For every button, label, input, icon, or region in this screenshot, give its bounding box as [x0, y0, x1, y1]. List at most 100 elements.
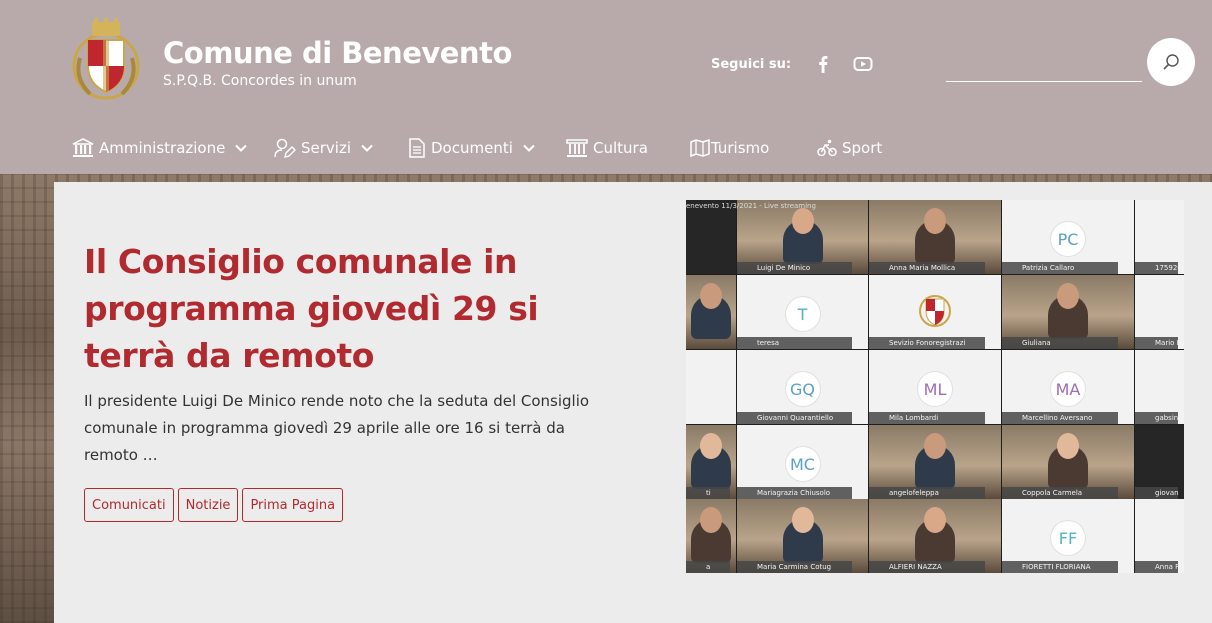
- participant-name: teresa: [737, 337, 853, 349]
- nav-label: Amministrazione: [99, 139, 226, 157]
- participant-name: Mila Lombardi: [869, 412, 986, 424]
- youtube-icon[interactable]: [853, 54, 873, 74]
- participant-face: [924, 433, 946, 459]
- tag-comunicati[interactable]: Comunicati: [84, 488, 174, 522]
- chevron-down-icon: [235, 144, 248, 152]
- participant-tile: Mario P: [1135, 275, 1184, 349]
- participant-name: Coppola Carmela: [1002, 487, 1119, 499]
- site-header: Comune di Benevento S.P.Q.B. Concordes i…: [0, 0, 1212, 174]
- facebook-icon[interactable]: [813, 54, 833, 74]
- nav-label: Documenti: [431, 139, 513, 157]
- participant-tile: FF FIORETTI FLORIANA: [1002, 499, 1134, 573]
- participant-tile: ti: [686, 425, 736, 499]
- nav-item-documenti[interactable]: Documenti: [408, 134, 535, 162]
- participant-face: [924, 208, 946, 234]
- participant-name: FIORETTI FLORIANA: [1002, 561, 1119, 573]
- article-summary: Il presidente Luigi De Minico rende noto…: [84, 392, 590, 464]
- participant-tile: GQ Giovanni Quarantiello: [737, 350, 868, 424]
- building-icon: [72, 138, 94, 157]
- participant-face: [1057, 283, 1079, 309]
- participant-name: Luigi De Minico: [737, 262, 853, 274]
- participant-face: [700, 283, 722, 309]
- crest-icon: [919, 295, 951, 327]
- participant-face: [791, 208, 814, 234]
- participant-name: Sevizio Fonoregistrazi: [869, 337, 986, 349]
- nav-label: Servizi: [301, 139, 352, 157]
- article-image-video-conference[interactable]: enevento 11/3/2021 - Live streaming Luig…: [686, 200, 1184, 573]
- participant-tile: Tteresa: [737, 275, 868, 349]
- participant-name: gabsind: [1135, 412, 1179, 424]
- participant-name: giovann: [1135, 487, 1179, 499]
- participant-tile: a: [686, 499, 736, 573]
- participant-face: [1057, 433, 1079, 459]
- participant-name: 175920: [1135, 262, 1179, 274]
- participant-name: Mariagrazia Chiusolo: [737, 487, 853, 499]
- search-underline: [946, 81, 1142, 82]
- participant-face: [791, 507, 814, 533]
- participant-name: ALFIERI NAZZA: [869, 561, 986, 573]
- map-icon: [690, 138, 710, 158]
- participant-initials-avatar: PC: [1051, 222, 1085, 256]
- participant-name: Mario P: [1135, 337, 1179, 349]
- nav-label: Sport: [842, 139, 883, 157]
- participant-name: angelofeleppa: [869, 487, 986, 499]
- participant-name: Marcellino Aversano: [1002, 412, 1119, 424]
- search-input[interactable]: [946, 56, 1142, 80]
- participant-name: Giuliana: [1002, 337, 1119, 349]
- nav-item-turismo[interactable]: Turismo: [690, 134, 769, 162]
- nav-item-amministrazione[interactable]: Amministrazione: [72, 134, 248, 162]
- museum-icon: [566, 139, 588, 157]
- site-subtitle: S.P.Q.B. Concordes in unum: [163, 73, 357, 89]
- tag-notizie[interactable]: Notizie: [177, 488, 239, 522]
- participant-name: a: [686, 561, 730, 573]
- participant-tile: Anna Maria Mollica: [869, 200, 1001, 274]
- participant-initials-avatar: ML: [918, 372, 952, 406]
- nav-item-cultura[interactable]: Cultura: [566, 134, 648, 162]
- participant-initials-avatar: T: [785, 297, 820, 331]
- article-tags: Comunicati Notizie Prima Pagina: [84, 488, 347, 522]
- participant-tile: Anna Ri: [1135, 499, 1184, 573]
- participant-tile: angelofeleppa: [869, 425, 1001, 499]
- participant-tile: Maria Carmina Cotug: [737, 499, 868, 573]
- participant-tile: Giuliana: [1002, 275, 1134, 349]
- participant-tile: MC Mariagrazia Chiusolo: [737, 425, 868, 499]
- chevron-down-icon: [361, 144, 373, 152]
- participant-tile: PC Patrizia Callaro: [1002, 200, 1134, 274]
- tag-prima-pagina[interactable]: Prima Pagina: [242, 488, 344, 522]
- participant-face: [924, 507, 946, 533]
- document-icon: [409, 138, 425, 158]
- participant-initials-avatar: FF: [1051, 521, 1085, 555]
- bicycle-icon: [817, 139, 837, 157]
- article-headline[interactable]: Il Consiglio comunale in programma giove…: [84, 238, 604, 379]
- participant-name: ti: [686, 487, 730, 499]
- participant-face: [700, 433, 722, 459]
- search-button[interactable]: [1147, 38, 1195, 86]
- participant-name: Anna Ri: [1135, 561, 1179, 573]
- participant-tile: [686, 200, 736, 274]
- search-icon: [1163, 54, 1179, 70]
- participant-tile: [686, 275, 736, 349]
- social-links: Seguici su:: [711, 54, 893, 74]
- participant-tile: ALFIERI NAZZA: [869, 499, 1001, 573]
- participant-tile: giovann: [1135, 425, 1184, 499]
- participant-tile: Luigi De Minico: [737, 200, 868, 274]
- participant-initials-avatar: MA: [1051, 372, 1085, 406]
- participant-name: Giovanni Quarantiello: [737, 412, 853, 424]
- nav-item-sport[interactable]: Sport: [817, 134, 882, 162]
- nav-label: Cultura: [593, 139, 648, 157]
- nav-item-servizi[interactable]: Servizi: [274, 134, 373, 162]
- participant-initials-avatar: GQ: [785, 372, 820, 406]
- site-title[interactable]: Comune di Benevento: [163, 36, 512, 70]
- participant-tile: MA Marcellino Aversano: [1002, 350, 1134, 424]
- chevron-down-icon: [523, 144, 535, 152]
- nav-label: Turismo: [711, 139, 770, 157]
- participant-name: Patrizia Callaro: [1002, 262, 1119, 274]
- participant-initials-avatar: MC: [785, 447, 820, 481]
- participant-name: Anna Maria Mollica: [869, 262, 986, 274]
- participant-tile: Coppola Carmela: [1002, 425, 1134, 499]
- participant-tile: ML Mila Lombardi: [869, 350, 1001, 424]
- participant-name: Maria Carmina Cotug: [737, 561, 853, 573]
- city-crest-logo[interactable]: [70, 18, 142, 102]
- stream-caption: enevento 11/3/2021 - Live streaming: [686, 202, 816, 210]
- participant-tile: gabsind: [1135, 350, 1184, 424]
